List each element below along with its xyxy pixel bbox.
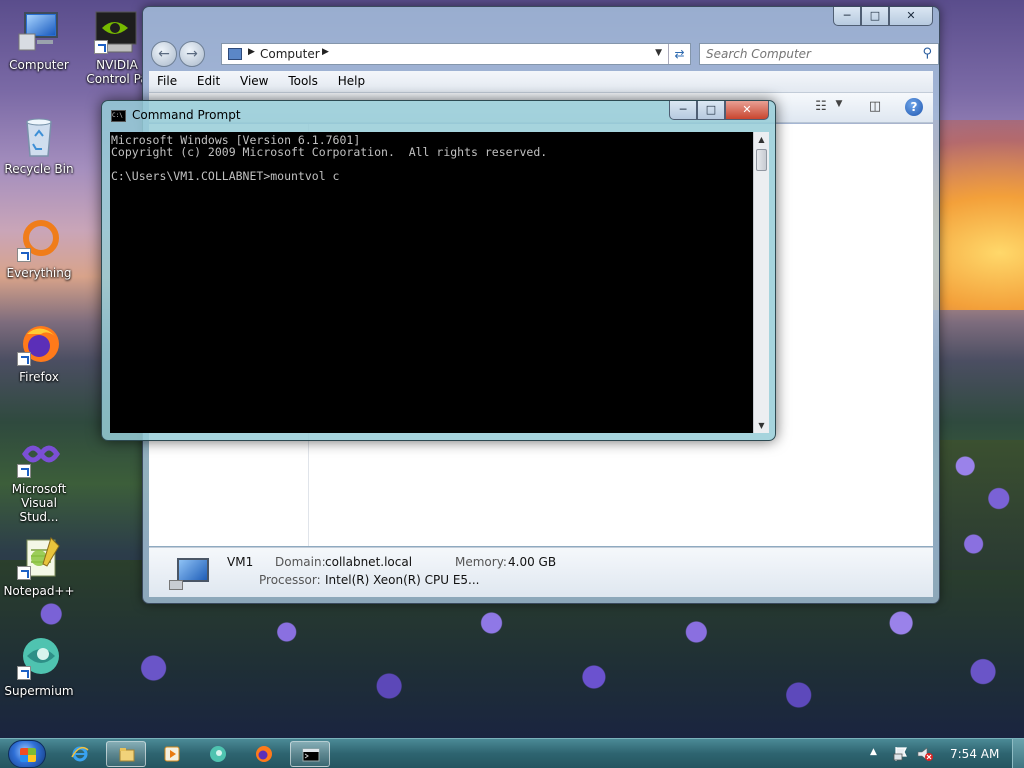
cmd-icon: C:\ [111,110,126,122]
clock[interactable]: 7:54 AM [950,747,999,761]
search-icon[interactable]: ⚲ [922,46,932,61]
taskbar-internet-explorer[interactable] [60,741,100,767]
taskbar: ▲ 7:54 AM [0,738,1024,768]
volume-muted-icon[interactable] [916,745,934,763]
menu-bar: File Edit View Tools Help [149,71,933,93]
windows-logo-icon [20,748,36,762]
minimize-button[interactable]: ─ [833,7,861,26]
breadcrumb-computer[interactable]: Computer [260,47,320,61]
computer-icon [169,556,213,590]
shortcut-arrow-icon [17,566,31,580]
computer-icon [17,10,61,54]
memory-value: 4.00 GB [508,555,557,569]
address-dropdown-icon[interactable]: ▼ [655,48,662,58]
show-hidden-icons-icon[interactable]: ▲ [870,747,877,757]
computer-icon [228,48,242,60]
recycle-bin-icon [17,114,61,158]
menu-help[interactable]: Help [330,71,373,91]
nvidia-icon [94,10,138,54]
action-center-flag-icon[interactable] [892,745,910,763]
details-pane: VM1 Domain: collabnet.local Memory: 4.00… [149,547,933,597]
close-button[interactable]: ✕ [725,101,769,120]
address-row: ← → ▶ Computer ▶ ▼ ⇄ ⚲ [151,41,939,67]
shortcut-arrow-icon [17,248,31,262]
taskbar-supermium[interactable] [198,741,238,767]
firefox-icon [17,322,61,366]
cmd-icon [302,748,320,762]
firefox-icon [256,746,272,762]
maximize-button[interactable]: □ [861,7,889,26]
supermium-icon [17,636,61,680]
menu-view[interactable]: View [232,71,276,91]
back-button[interactable]: ← [151,41,177,67]
explorer-caption-buttons: ─ □ ✕ [833,7,933,27]
minimize-button[interactable]: ─ [669,101,697,120]
cmd-caption-buttons: ─ □ ✕ [669,101,769,120]
maximize-button[interactable]: □ [697,101,725,120]
internet-explorer-icon [71,746,89,762]
domain-label: Domain: [275,555,326,569]
desktop-icon-firefox[interactable]: Firefox [0,322,78,384]
domain-value: collabnet.local [325,555,413,569]
start-button[interactable] [8,740,46,768]
scroll-up-icon[interactable]: ▲ [754,132,769,147]
search-input[interactable] [706,45,906,63]
window-title: Command Prompt [132,108,241,122]
forward-button[interactable]: → [179,41,205,67]
media-player-icon [164,746,180,762]
menu-tools[interactable]: Tools [280,71,326,91]
address-bar[interactable]: ▶ Computer ▶ ▼ ⇄ [221,43,691,65]
taskbar-command-prompt[interactable] [290,741,330,767]
console-line: Copyright (c) 2009 Microsoft Corporation… [111,145,548,159]
taskbar-media-player[interactable] [152,741,192,767]
notepadpp-icon [17,536,61,580]
desktop-icon-nvidia[interactable]: NVIDIA Control Pa [78,10,142,86]
supermium-icon [210,746,226,762]
shortcut-arrow-icon [94,40,108,54]
shortcut-arrow-icon [17,666,31,680]
close-button[interactable]: ✕ [889,7,933,26]
taskbar-explorer[interactable] [106,741,146,767]
visual-studio-icon [17,434,61,478]
scroll-thumb[interactable] [756,149,767,171]
memory-label: Memory: [455,555,507,569]
wallpaper-flowers [940,440,1024,570]
desktop-icon-supermium[interactable]: Supermium [0,636,78,698]
menu-edit[interactable]: Edit [189,71,228,91]
processor-label: Processor: [259,573,321,587]
desktop-icon-computer[interactable]: Computer [0,10,78,72]
shortcut-arrow-icon [17,352,31,366]
shortcut-arrow-icon [17,464,31,478]
computer-name: VM1 [227,555,254,569]
desktop-icon-everything[interactable]: Everything [0,218,78,280]
menu-file[interactable]: File [149,71,185,91]
show-desktop-button[interactable] [1012,739,1024,768]
everything-icon [17,218,61,262]
view-dropdown-icon[interactable]: ▼ [829,99,849,117]
processor-value: Intel(R) Xeon(R) CPU E5... [325,573,480,587]
desktop-icon-notepadpp[interactable]: Notepad++ [0,536,78,598]
breadcrumb-arrow-icon: ▶ [248,47,255,57]
change-view-icon[interactable]: ☷ [811,99,831,117]
help-icon[interactable]: ? [905,98,923,116]
console-prompt-line: C:\Users\VM1.COLLABNET>mountvol c [111,169,340,183]
refresh-icon[interactable]: ⇄ [668,44,690,64]
search-box[interactable]: ⚲ [699,43,939,65]
explorer-icon [119,748,135,762]
console-scrollbar[interactable]: ▲ ▼ [753,132,769,433]
console-output[interactable]: Microsoft Windows [Version 6.1.7601] Copy… [110,132,753,433]
desktop-icon-visual-studio[interactable]: Microsoft Visual Stud... [0,434,78,524]
desktop-icon-recycle-bin[interactable]: Recycle Bin [0,114,78,176]
scroll-down-icon[interactable]: ▼ [754,418,769,433]
command-prompt-window[interactable]: C:\ Command Prompt ─ □ ✕ Microsoft Windo… [101,100,776,441]
taskbar-firefox[interactable] [244,741,284,767]
preview-pane-icon[interactable]: ◫ [865,99,885,117]
breadcrumb-arrow-icon[interactable]: ▶ [322,47,329,57]
